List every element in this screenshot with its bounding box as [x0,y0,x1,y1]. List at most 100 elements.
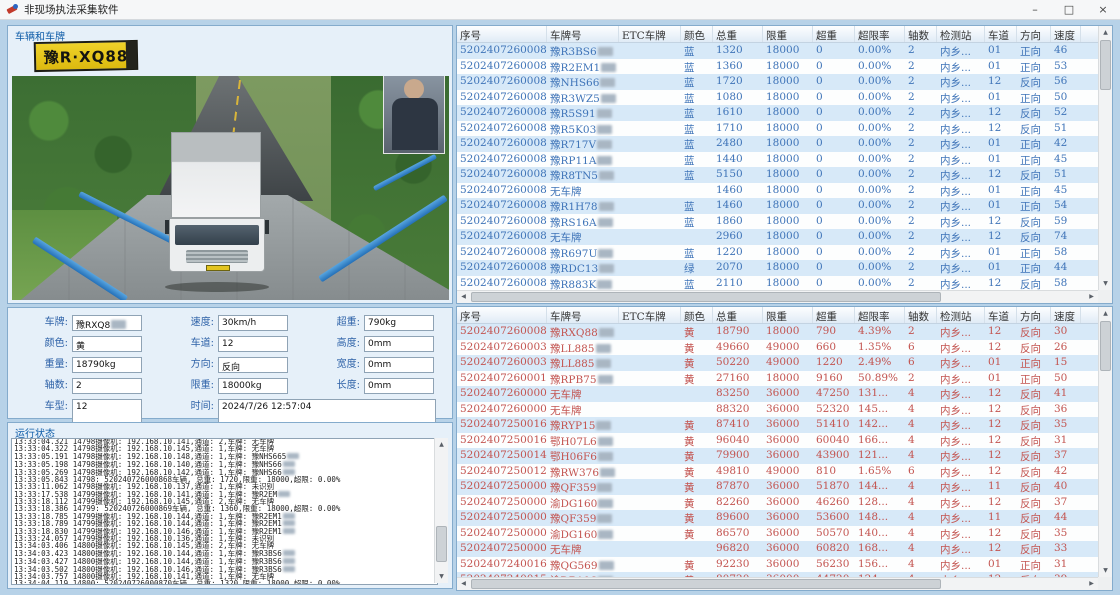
column-header[interactable]: 总重 [713,307,763,323]
table-row[interactable]: 520240726000869豫R2EM1蓝13601800000.00%2内乡… [457,59,1098,75]
table-row[interactable]: 520240726000868豫NHS66蓝17201800000.00%2内乡… [457,74,1098,90]
scroll-down-icon[interactable]: ▼ [435,570,448,583]
table-row[interactable]: 520240726000863豫RP11A蓝14401800000.00%2内乡… [457,152,1098,168]
column-header[interactable]: 车牌号 [547,307,619,323]
table-row[interactable]: 520240726000866豫R5S91蓝16101800000.00%2内乡… [457,105,1098,121]
column-header[interactable]: 总重 [713,26,763,42]
table-row[interactable]: 520240726000856豫RDC13绿20701800000.00%2内乡… [457,260,1098,276]
column-header[interactable]: 限重 [763,307,813,323]
column-header[interactable]: 轴数 [905,26,937,42]
column-header[interactable]: 车道 [985,26,1017,42]
column-header[interactable]: 超限率 [855,307,905,323]
close-button[interactable]: × [1086,0,1120,20]
table-cell: 内乡... [937,214,985,230]
table-row[interactable]: 520240726000865豫R5K03蓝17101800000.00%2内乡… [457,121,1098,137]
scrollbar-thumb[interactable] [436,526,447,562]
field-input-限重[interactable]: 18000kg [218,378,288,394]
scrollbar-thumb[interactable] [471,292,941,302]
table-row[interactable]: 520240726000855豫R883K蓝21101800000.00%2内乡… [457,276,1098,291]
table-row[interactable]: 520240726000014无车牌883203600052320145...4… [457,402,1098,418]
table-horizontal-scrollbar[interactable]: ◀ ▶ [457,290,1098,303]
field-input-重量[interactable]: 18790kg [72,357,142,373]
table-row[interactable]: 520240726000024无车牌832503600047250131...4… [457,386,1098,402]
field-input-车牌[interactable]: 豫RXQ8 [72,315,142,331]
table-row[interactable]: 520240726000861无车牌14601800000.00%2内乡...0… [457,183,1098,199]
table-row[interactable]: 520240724001671豫QG569黄922303600056230156… [457,557,1098,573]
table-row[interactable]: 520240725000034豫QF359黄878703600051870144… [457,479,1098,495]
table-vertical-scrollbar[interactable]: ▲ ▼ [1098,307,1112,577]
table-row[interactable]: 520240726000305豫LL885黄502204900012202.49… [457,355,1098,371]
table-row[interactable]: 520240725000014豫QF359黄896003600053600148… [457,510,1098,526]
scroll-right-icon[interactable]: ▶ [1085,578,1098,590]
field-input-长度[interactable]: 0mm [364,378,434,394]
column-header[interactable]: 方向 [1017,307,1051,323]
table-cell: 0 [813,276,855,291]
table-row[interactable]: 520240726000860豫R1H78蓝14601800000.00%2内乡… [457,198,1098,214]
column-header[interactable]: ETC车牌 [619,307,681,323]
table-row[interactable]: 520240726000862豫R8TN5蓝51501800000.00%2内乡… [457,167,1098,183]
column-header[interactable]: 方向 [1017,26,1051,42]
table-row[interactable]: 520240726000807豫RXQ88黄18790180007904.39%… [457,324,1098,340]
scroll-up-icon[interactable]: ▲ [1099,307,1112,320]
scroll-right-icon[interactable]: ▶ [1085,291,1098,303]
column-header[interactable]: 车牌号 [547,26,619,42]
field-input-速度[interactable]: 30km/h [218,315,288,331]
table-cell: 131... [855,386,905,402]
column-header[interactable]: ETC车牌 [619,26,681,42]
scrollbar-thumb[interactable] [1100,40,1111,90]
table-row[interactable]: 520240725000008无车牌968203600060820168...4… [457,541,1098,557]
table-row[interactable]: 520240725000032渝DG160黄822603600046260128… [457,495,1098,511]
column-header[interactable]: 序号 [457,307,547,323]
column-header[interactable]: 检测站 [937,307,985,323]
scrollbar-thumb[interactable] [471,579,941,589]
column-header[interactable]: 颜色 [681,26,713,42]
column-header[interactable]: 车道 [985,307,1017,323]
maximize-button[interactable]: □ [1052,0,1086,20]
table-cell: 11 [985,479,1017,495]
field-input-宽度[interactable]: 0mm [364,357,434,373]
table-row[interactable]: 520240726000859豫RS16A蓝18601800000.00%2内乡… [457,214,1098,230]
column-header[interactable]: 轴数 [905,307,937,323]
field-input-方向[interactable]: 反向 [218,357,288,373]
table-row[interactable]: 520240726000152豫RPB75黄2716018000916050.8… [457,371,1098,387]
field-input-颜色[interactable]: 黄 [72,336,142,352]
column-header[interactable]: 颜色 [681,307,713,323]
table-row[interactable]: 520240726000858无车牌29601800000.00%2内乡...1… [457,229,1098,245]
column-header[interactable]: 检测站 [937,26,985,42]
table-row[interactable]: 520240725001455鄂H06F6黄799003600043900121… [457,448,1098,464]
column-header[interactable]: 序号 [457,26,547,42]
field-input-车道[interactable]: 12 [218,336,288,352]
scroll-up-icon[interactable]: ▲ [1099,26,1112,39]
column-header[interactable]: 超重 [813,307,855,323]
column-header[interactable]: 速度 [1051,26,1081,42]
scroll-up-icon[interactable]: ▲ [435,438,448,451]
table-row[interactable]: 520240726000867豫R3WZ5蓝10801800000.00%2内乡… [457,90,1098,106]
table-row[interactable]: 520240725000011渝DG160黄865703600050570140… [457,526,1098,542]
table-row[interactable]: 520240726000864豫R717V蓝24801800000.00%2内乡… [457,136,1098,152]
table-row[interactable]: 520240726000870豫R3BS6蓝13201800000.00%2内乡… [457,43,1098,59]
scroll-left-icon[interactable]: ◀ [457,578,470,590]
scroll-down-icon[interactable]: ▼ [1099,564,1112,577]
field-input-轴数[interactable]: 2 [72,378,142,394]
column-header[interactable]: 限重 [763,26,813,42]
table-cell: 内乡... [937,510,985,526]
column-header[interactable]: 超限率 [855,26,905,42]
field-input-高度[interactable]: 0mm [364,336,434,352]
table-cell: 反向 [1017,510,1051,526]
table-row[interactable]: 520240726000348豫LL885黄49660490006601.35%… [457,340,1098,356]
log-scrollbar[interactable]: ▲ ▼ [434,438,448,583]
table-vertical-scrollbar[interactable]: ▲ ▼ [1098,26,1112,290]
log-line[interactable]: 13:34:04.119 14800: 520240726000870车辆, 总… [12,581,437,585]
minimize-button[interactable]: – [1018,0,1052,20]
column-header[interactable]: 速度 [1051,307,1081,323]
field-input-超重[interactable]: 790kg [364,315,434,331]
scroll-left-icon[interactable]: ◀ [457,291,470,303]
table-horizontal-scrollbar[interactable]: ◀ ▶ [457,577,1098,590]
scrollbar-thumb[interactable] [1100,321,1111,371]
table-row[interactable]: 520240726000857豫R697U蓝12201800000.00%2内乡… [457,245,1098,261]
table-row[interactable]: 520240725001232豫RW376黄49810490008101.65%… [457,464,1098,480]
column-header[interactable]: 超重 [813,26,855,42]
table-row[interactable]: 520240725001631鄂H07L6黄960403600060040166… [457,433,1098,449]
scroll-down-icon[interactable]: ▼ [1099,277,1112,290]
table-row[interactable]: 520240725001675豫RYP15黄874103600051410142… [457,417,1098,433]
